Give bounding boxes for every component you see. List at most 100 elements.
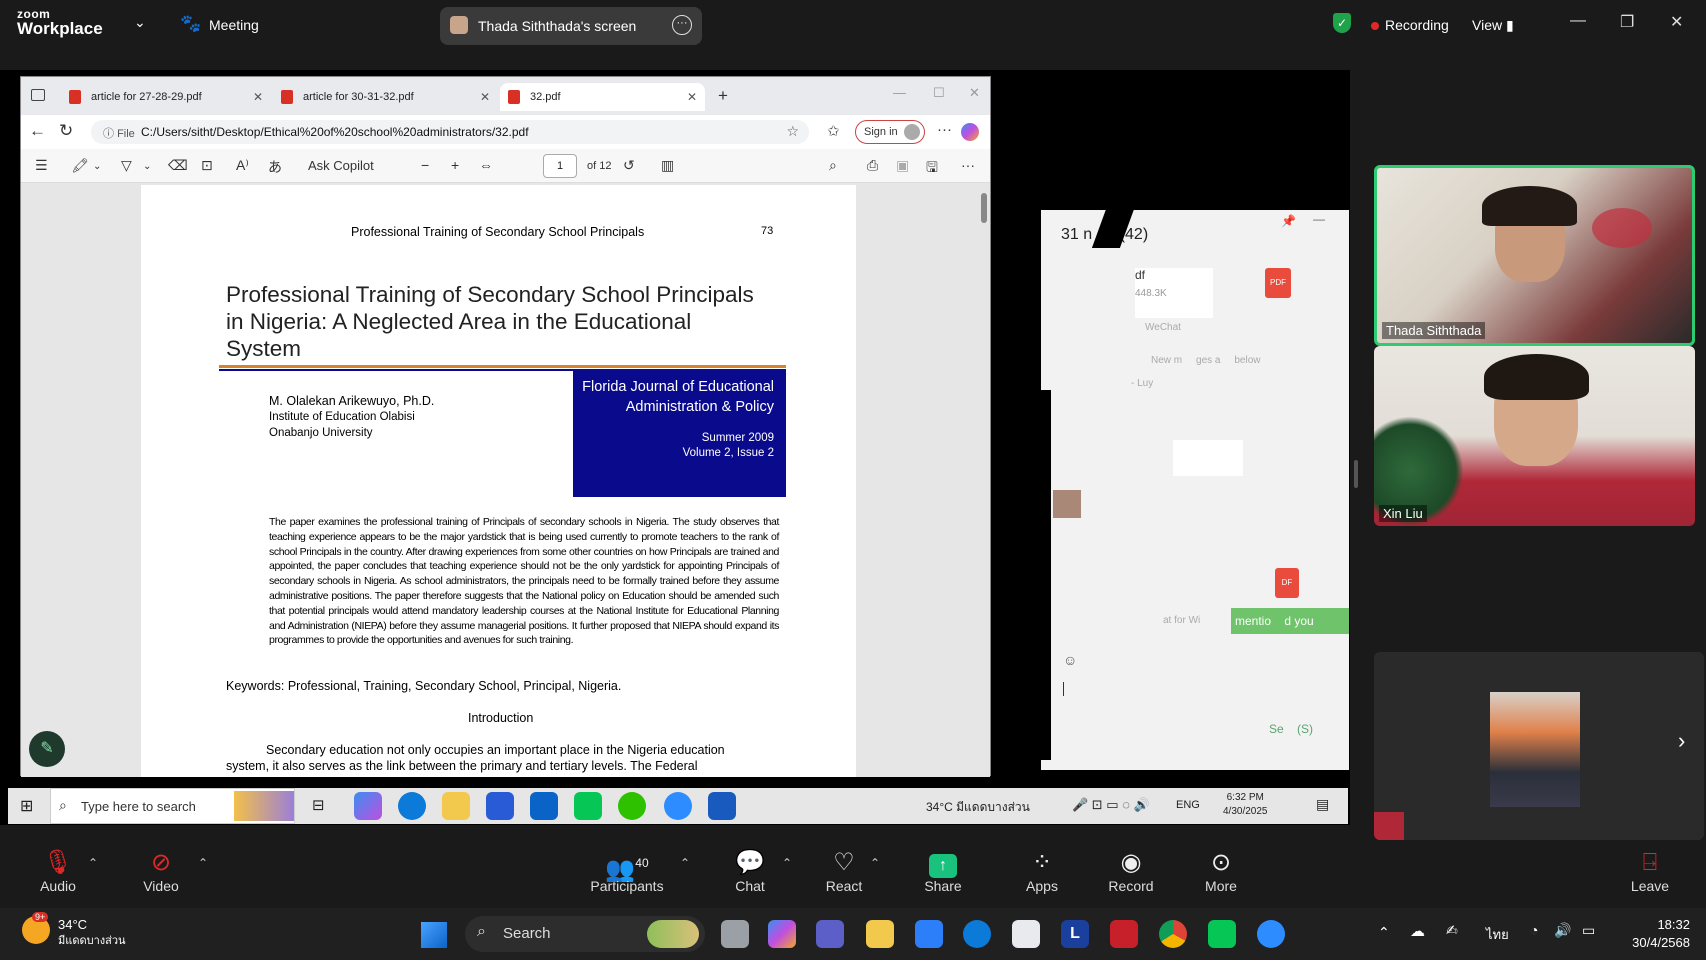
zoom-in-icon[interactable]: +: [451, 157, 459, 173]
line-icon[interactable]: [1208, 920, 1236, 948]
store-icon[interactable]: [1012, 920, 1040, 948]
close-icon[interactable]: ✕: [969, 85, 980, 101]
word-icon[interactable]: [708, 792, 736, 820]
translate-icon[interactable]: あ: [268, 157, 282, 177]
taskbar-search[interactable]: ⌕ Search: [465, 916, 705, 952]
task-view-icon[interactable]: ⊟: [312, 796, 325, 814]
file-explorer-icon[interactable]: [866, 920, 894, 948]
new-tab-icon[interactable]: +: [718, 86, 728, 106]
record-button[interactable]: ◉ Record: [1086, 848, 1176, 894]
video-tile-xin[interactable]: Xin Liu: [1374, 346, 1695, 526]
highlight-icon[interactable]: 🖍: [71, 157, 89, 174]
mcafee-icon[interactable]: [1110, 920, 1138, 948]
vertical-scrollbar[interactable]: [979, 183, 987, 777]
back-arrow-icon[interactable]: ←: [29, 121, 46, 141]
save-as-icon[interactable]: 🖫: [926, 157, 938, 181]
chat-button[interactable]: 💬 Chat: [705, 848, 795, 894]
mention-banner[interactable]: mentio d you: [1231, 608, 1349, 634]
clock[interactable]: 6:32 PM 4/30/2025: [1223, 791, 1268, 819]
teams-icon[interactable]: [816, 920, 844, 948]
read-aloud-icon[interactable]: A⁾: [236, 157, 249, 174]
windows-start-icon[interactable]: [421, 922, 447, 948]
chevron-up-icon[interactable]: ⌃: [198, 856, 208, 870]
more-options-icon[interactable]: ···: [937, 121, 952, 138]
participants-button[interactable]: 👥40 Participants: [582, 848, 672, 894]
weather-widget[interactable]: 34°C มีแดดบางส่วน: [58, 916, 126, 950]
copilot-icon[interactable]: [354, 792, 382, 820]
tab-article-30[interactable]: article for 30-31-32.pdf ✕: [273, 83, 498, 111]
minimize-icon[interactable]: —: [893, 85, 906, 100]
address-input[interactable]: ⓘ File C:/Users/sitht/Desktop/Ethical%20…: [91, 120, 809, 144]
video-tile-thada[interactable]: Thada Siththada: [1374, 165, 1695, 346]
language-indicator[interactable]: ENG: [1176, 799, 1200, 811]
page-view-icon[interactable]: ▥: [661, 157, 674, 174]
tab-article-27[interactable]: article for 27-28-29.pdf ✕: [61, 83, 271, 111]
sign-in-button[interactable]: Sign in: [855, 120, 925, 144]
screen-share-indicator[interactable]: Thada Siththada's screen ···: [440, 7, 702, 45]
chevron-down-icon[interactable]: ⌄: [93, 161, 101, 172]
windows-start-icon[interactable]: ⊞: [20, 796, 33, 816]
share-button[interactable]: ↑ Share: [898, 848, 988, 894]
contents-icon[interactable]: ☰: [35, 157, 48, 174]
fit-width-icon[interactable]: ⇔: [479, 157, 493, 173]
restore-icon[interactable]: ❐: [1620, 12, 1634, 32]
refresh-icon[interactable]: ↻: [59, 121, 73, 141]
language-indicator[interactable]: ไทย: [1486, 924, 1509, 945]
meeting-menu[interactable]: Meeting: [209, 17, 259, 33]
tab-actions-icon[interactable]: [31, 89, 45, 101]
close-tab-icon[interactable]: ✕: [253, 90, 263, 104]
chrome-icon[interactable]: [1159, 920, 1187, 948]
print-icon[interactable]: ⎙: [867, 157, 878, 174]
chevron-up-icon[interactable]: ⌃: [88, 856, 98, 870]
page-number-input[interactable]: 1: [543, 154, 577, 178]
line-icon[interactable]: [574, 792, 602, 820]
more-options-icon[interactable]: ···: [672, 15, 692, 35]
maximize-icon[interactable]: ☐: [933, 85, 945, 101]
system-tray-icons[interactable]: 🎤 ⊡ ▭ ◌ 🔊: [1072, 797, 1150, 813]
favorites-icon[interactable]: ✩: [827, 122, 840, 140]
battery-icon[interactable]: ▭: [1582, 922, 1595, 939]
close-icon[interactable]: ✕: [1670, 12, 1683, 32]
rotate-icon[interactable]: ↺: [623, 157, 635, 174]
draw-icon[interactable]: ▽: [121, 157, 132, 174]
pen-icon[interactable]: ✍: [1446, 922, 1458, 939]
wechat-icon[interactable]: [618, 792, 646, 820]
minimize-icon[interactable]: —: [1313, 212, 1325, 226]
wifi-icon[interactable]: ◔: [1530, 922, 1538, 938]
send-button[interactable]: Se (S): [1269, 722, 1313, 736]
copilot-icon[interactable]: [768, 920, 796, 948]
favorite-star-icon[interactable]: ☆: [786, 123, 799, 140]
store-icon[interactable]: [486, 792, 514, 820]
save-icon[interactable]: ▣: [896, 157, 909, 174]
cloud-icon[interactable]: ☁: [1410, 922, 1425, 940]
search-icon[interactable]: ⌕: [829, 157, 837, 174]
resize-handle[interactable]: [1354, 460, 1358, 488]
edge-icon[interactable]: [398, 792, 426, 820]
eraser-icon[interactable]: ⌫: [168, 157, 188, 174]
more-button[interactable]: ⊙ More: [1176, 848, 1266, 894]
copilot-icon[interactable]: [961, 123, 979, 141]
audio-button[interactable]: 🎙 Audio: [13, 848, 103, 894]
apps-button[interactable]: ⁘ Apps: [997, 848, 1087, 894]
weather-widget[interactable]: 34°C มีแดดบางส่วน: [926, 798, 1030, 817]
chevron-down-icon[interactable]: ⌄: [143, 161, 151, 172]
chevron-up-icon[interactable]: ⌃: [1378, 924, 1390, 941]
volume-icon[interactable]: 🔊: [1554, 922, 1571, 939]
leave-button[interactable]: ⍈ Leave: [1605, 848, 1695, 894]
remote-search-box[interactable]: ⌕ Type here to search: [50, 788, 295, 824]
emoji-icon[interactable]: ☺: [1063, 652, 1077, 668]
outlook-icon[interactable]: [530, 792, 558, 820]
react-button[interactable]: ♡ React: [799, 848, 889, 894]
chevron-up-icon[interactable]: ⌃: [680, 856, 690, 870]
file-explorer-icon[interactable]: [442, 792, 470, 820]
minimize-icon[interactable]: —: [1570, 12, 1586, 30]
text-box-icon[interactable]: ⊡: [201, 157, 213, 174]
recording-indicator[interactable]: Recording: [1371, 17, 1449, 33]
clock[interactable]: 18:32 30/4/2568: [1620, 916, 1690, 952]
site-info[interactable]: ⓘ File: [103, 125, 135, 141]
chevron-up-icon[interactable]: ⌃: [782, 856, 792, 870]
app-icon[interactable]: [915, 920, 943, 948]
chevron-down-icon[interactable]: ⌄: [134, 14, 146, 31]
weather-icon[interactable]: 9+: [22, 912, 50, 944]
pin-icon[interactable]: 📌: [1281, 214, 1296, 228]
